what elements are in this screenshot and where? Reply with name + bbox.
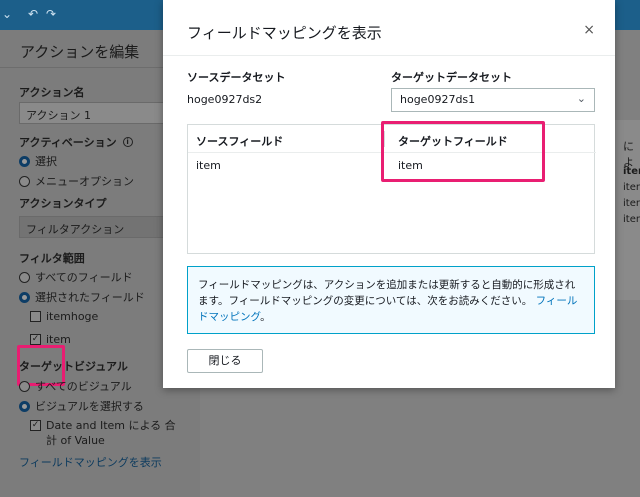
modal-title: フィールドマッピングを表示 xyxy=(187,24,382,42)
activation-option-select[interactable]: 選択 xyxy=(19,153,57,169)
activation-option-label: 選択 xyxy=(35,155,57,168)
undo-icon[interactable]: ↶ xyxy=(28,8,38,20)
close-icon[interactable]: × xyxy=(583,22,595,38)
visual-checkbox[interactable]: ✓ Date and Item による 合計 of Value xyxy=(30,418,180,448)
checkbox-checked-icon[interactable]: ✓ xyxy=(30,334,41,345)
action-type-label: アクションタイプ xyxy=(19,197,107,210)
filter-scope-all[interactable]: すべてのフィールド xyxy=(19,269,133,285)
field-label: itemhoge xyxy=(46,310,99,323)
snippet-text: item xyxy=(623,198,640,209)
panel-title: アクションを編集 xyxy=(20,43,140,61)
close-button[interactable]: 閉じる xyxy=(187,349,263,373)
filter-scope-selected[interactable]: 選択されたフィールド xyxy=(19,289,145,305)
target-visual-label: ターゲットビジュアル xyxy=(19,360,128,373)
checkbox-checked-icon[interactable]: ✓ xyxy=(30,420,41,431)
source-dataset-value: hoge0927ds2 xyxy=(187,93,263,106)
target-visual-select[interactable]: ビジュアルを選択する xyxy=(19,398,144,414)
activation-label-row: アクティベーション i xyxy=(19,134,133,150)
notice-end: 。 xyxy=(260,311,271,323)
divider xyxy=(163,55,615,56)
target-dataset-value: hoge0927ds1 xyxy=(400,93,476,106)
field-mapping-modal: フィールドマッピングを表示 × ソースデータセット hoge0927ds2 ター… xyxy=(163,0,615,388)
field-checkbox-itemhoge[interactable]: itemhoge xyxy=(30,310,98,323)
target-dataset-select[interactable]: hoge0927ds1 ⌄ xyxy=(391,88,595,112)
highlight-box xyxy=(381,121,545,182)
source-dataset-label: ソースデータセット xyxy=(187,71,286,84)
snippet-text: item xyxy=(623,182,640,193)
filter-scope-option-label: すべてのフィールド xyxy=(35,271,133,284)
snippet-text: item xyxy=(623,214,640,225)
radio-icon[interactable] xyxy=(19,380,30,392)
notice-text: フィールドマッピングは、アクションを追加または更新すると自動的に形成されます。フ… xyxy=(198,279,576,307)
visual-label: Date and Item による 合計 of Value xyxy=(46,419,176,447)
target-dataset-label: ターゲットデータセット xyxy=(391,71,512,84)
filter-scope-label: フィルタ範囲 xyxy=(19,252,85,265)
table-cell-source: item xyxy=(196,159,221,172)
info-icon[interactable]: i xyxy=(122,137,133,147)
target-visual-option-label: ビジュアルを選択する xyxy=(35,400,144,413)
radio-icon[interactable] xyxy=(19,175,30,187)
filter-scope-option-label: 選択されたフィールド xyxy=(35,291,145,304)
target-visual-option-label: すべてのビジュアル xyxy=(35,380,132,393)
snippet-text: item xyxy=(623,166,640,177)
checkbox-icon[interactable] xyxy=(30,311,41,322)
activation-label: アクティベーション xyxy=(19,136,117,149)
column-header-source: ソースフィールド xyxy=(196,135,284,148)
radio-selected-icon[interactable] xyxy=(19,155,30,167)
action-name-label: アクション名 xyxy=(19,86,85,99)
radio-selected-icon[interactable] xyxy=(19,291,30,303)
view-field-mapping-link[interactable]: フィールドマッピングを表示 xyxy=(19,454,162,470)
radio-icon[interactable] xyxy=(19,271,30,283)
chevron-down-icon[interactable]: ⌄ xyxy=(2,8,12,20)
activation-option-label: メニューオプション xyxy=(35,175,134,188)
chevron-down-icon: ⌄ xyxy=(576,92,586,105)
info-notice: フィールドマッピングは、アクションを追加または更新すると自動的に形成されます。フ… xyxy=(187,266,595,334)
radio-selected-icon[interactable] xyxy=(19,400,30,412)
redo-icon[interactable]: ↷ xyxy=(46,8,56,20)
activation-option-menu[interactable]: メニューオプション xyxy=(19,173,134,189)
target-visual-all[interactable]: すべてのビジュアル xyxy=(19,378,132,394)
